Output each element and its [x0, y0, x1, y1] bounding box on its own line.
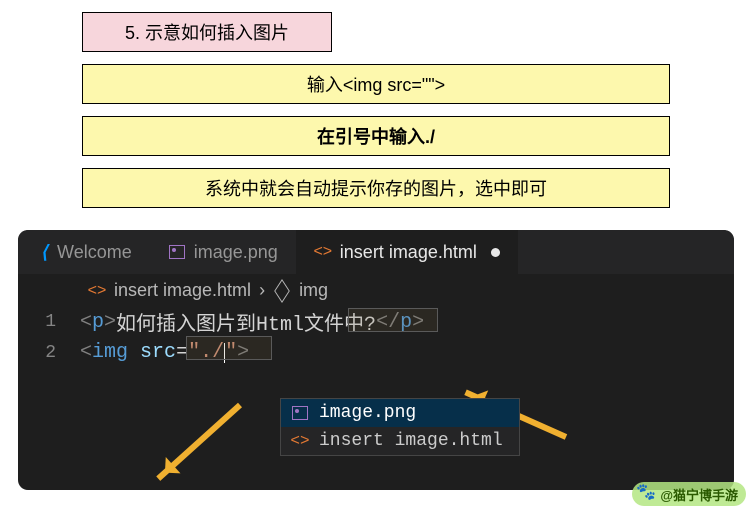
- step-1-text: 输入<img src="">: [307, 75, 445, 95]
- image-file-icon: [291, 404, 309, 422]
- image-file-icon: [168, 243, 186, 261]
- suggest-item-image[interactable]: image.png: [281, 399, 519, 427]
- highlight-box: [348, 308, 438, 332]
- paw-icon: [636, 484, 656, 504]
- step-3-text: 系统中就会自动提示你存的图片，选中即可: [205, 179, 547, 199]
- watermark: @猫宁博手游: [632, 482, 746, 506]
- tab-welcome-label: Welcome: [57, 242, 132, 263]
- breadcrumb-element: img: [299, 280, 328, 301]
- html-file-icon: <>: [88, 282, 106, 300]
- section-title: 5. 示意如何插入图片: [82, 12, 332, 52]
- section-title-text: 5. 示意如何插入图片: [125, 23, 289, 43]
- tab-image[interactable]: image.png: [150, 230, 296, 274]
- watermark-text: @猫宁博手游: [660, 485, 738, 504]
- suggest-label: image.png: [319, 403, 416, 423]
- element-icon: [273, 282, 291, 300]
- chevron-right-icon: ›: [259, 280, 265, 301]
- highlight-box: [186, 336, 272, 360]
- step-1: 输入<img src="">: [82, 64, 670, 104]
- html-file-icon: <>: [291, 432, 309, 450]
- editor-panel: ⟨ Welcome image.png <> insert image.html…: [18, 230, 734, 490]
- breadcrumb-file: insert image.html: [114, 280, 251, 301]
- autocomplete-popup: image.png <> insert image.html: [280, 398, 520, 456]
- tab-welcome[interactable]: ⟨ Welcome: [18, 230, 150, 274]
- tab-image-label: image.png: [194, 242, 278, 263]
- tab-insert-image[interactable]: <> insert image.html: [296, 230, 518, 274]
- unsaved-dot-icon: [491, 248, 500, 257]
- html-file-icon: <>: [314, 243, 332, 261]
- suggest-label: insert image.html: [319, 431, 503, 451]
- tab-bar: ⟨ Welcome image.png <> insert image.html: [18, 230, 734, 274]
- vscode-icon: ⟨: [40, 242, 51, 263]
- line-number: 2: [18, 343, 80, 363]
- code-line-2: 2 <img src="./">: [18, 341, 734, 364]
- step-2: 在引号中输入./: [82, 116, 670, 156]
- code-area[interactable]: 1 <p>如何插入图片到Html文件中?</p> 2 <img src="./"…: [18, 303, 734, 364]
- tab-active-label: insert image.html: [340, 242, 477, 263]
- step-2-text: 在引号中输入./: [317, 127, 435, 147]
- annotation-arrow-icon: [156, 403, 242, 481]
- step-3: 系统中就会自动提示你存的图片，选中即可: [82, 168, 670, 208]
- line-number: 1: [18, 312, 80, 332]
- breadcrumb[interactable]: <> insert image.html › img: [18, 274, 734, 303]
- suggest-item-html[interactable]: <> insert image.html: [281, 427, 519, 455]
